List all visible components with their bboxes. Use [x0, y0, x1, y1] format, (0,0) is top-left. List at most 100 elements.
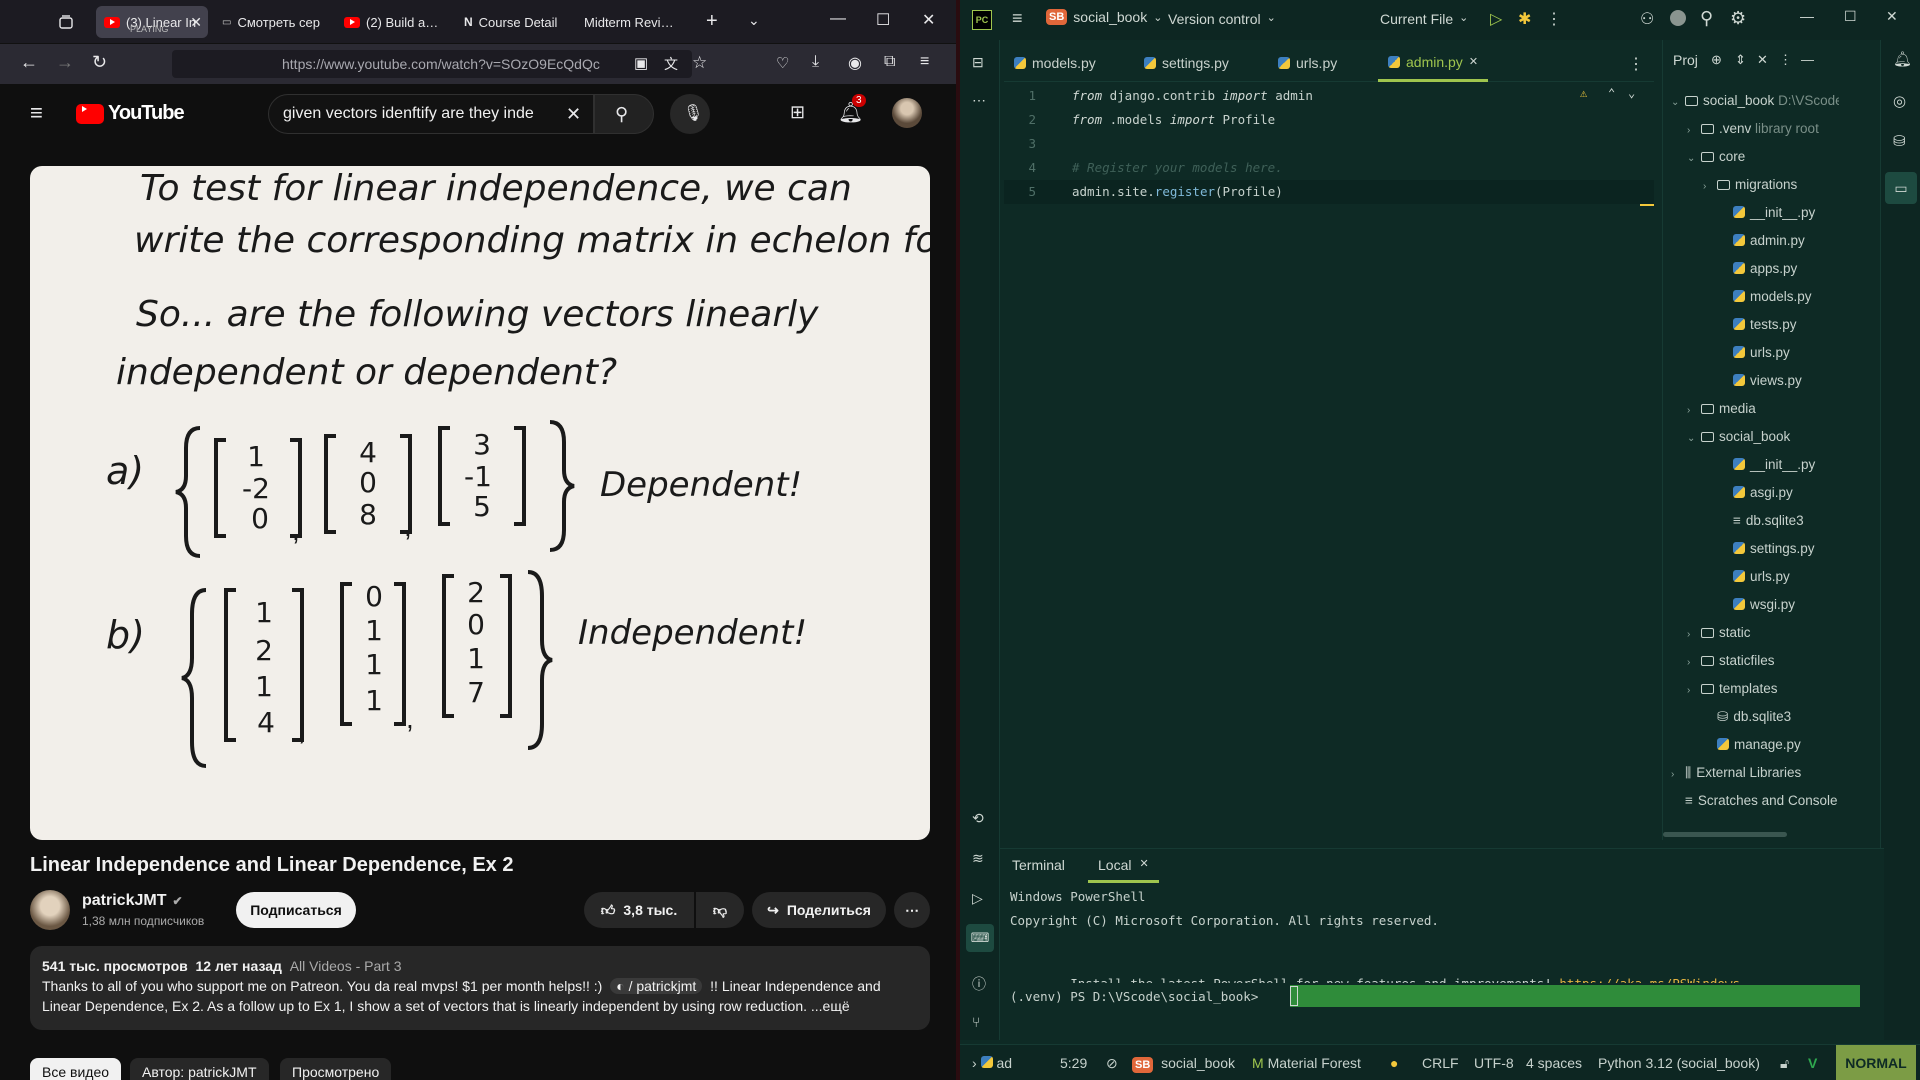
code-editor[interactable]: ⚠ ⌃ ⌄ 1 from django.contrib import admin…	[1004, 84, 1654, 824]
database-icon[interactable]: ⛁	[1893, 132, 1906, 150]
channel-avatar[interactable]	[30, 890, 70, 930]
vim-icon[interactable]: V	[1808, 1045, 1817, 1080]
chevron-down-icon[interactable]: ⌄	[1687, 425, 1701, 453]
search-button[interactable]: ⚲	[594, 94, 654, 134]
theme-indicator[interactable]: M Material Forest	[1252, 1045, 1361, 1080]
tab-urls[interactable]: urls.py	[1268, 44, 1347, 82]
readonly-lock-icon[interactable]: 🔓︎	[1780, 1045, 1789, 1080]
terminal-icon[interactable]: ⌨	[966, 924, 994, 952]
tree-item[interactable]: ⌄ core	[1687, 143, 1745, 171]
account-icon[interactable]: ◉	[848, 53, 862, 73]
terminal-prompt-row[interactable]: (.venv) PS D:\VScode\social_book>	[1000, 983, 1864, 1007]
run-tool-icon[interactable]: ▷	[972, 890, 983, 907]
url-field[interactable]: https://www.youtube.com/watch?v=SOzO9EcQ…	[172, 50, 692, 78]
folder-icon[interactable]: ▭	[1885, 172, 1917, 204]
browser-tab-active[interactable]: (3) Linear In PLAYING ✕	[96, 6, 208, 38]
tab-local[interactable]: Local ✕	[1088, 849, 1159, 883]
search-input[interactable]: given vectors idenftify are they inde	[268, 94, 594, 134]
youtube-logo[interactable]: YouTube	[76, 102, 185, 125]
python-console-icon[interactable]: ⟲	[972, 810, 984, 827]
file-encoding[interactable]: UTF-8	[1474, 1045, 1514, 1080]
more-tools-icon[interactable]: ⋯	[972, 92, 986, 109]
status-dot-icon[interactable]: ●	[1390, 1045, 1398, 1080]
create-icon[interactable]: ⊞	[790, 102, 805, 123]
main-menu-icon[interactable]: ≡	[1012, 8, 1023, 29]
close-icon[interactable]: ✕	[190, 14, 202, 31]
chevron-down-icon[interactable]: ⌄	[1671, 89, 1685, 117]
tree-item[interactable]: › migrations	[1703, 171, 1797, 199]
hamburger-icon[interactable]: ≡	[30, 100, 43, 126]
close-tab-icon[interactable]: ✕	[1139, 857, 1148, 872]
expand-all-icon[interactable]: ⇕	[1735, 52, 1746, 68]
download-icon[interactable]: ⤓	[812, 53, 819, 71]
tree-item[interactable]: › templates	[1687, 675, 1778, 703]
layers-icon[interactable]: ≋	[972, 850, 984, 867]
pocket-icon[interactable]: ♡	[776, 54, 789, 72]
tree-item[interactable]: asgi.py	[1719, 479, 1793, 507]
tree-item[interactable]: __init__.py	[1719, 451, 1815, 479]
star-icon[interactable]: ☆	[692, 53, 707, 73]
channel-name[interactable]: patrickJMT ✔	[82, 892, 183, 910]
ai-assistant-icon[interactable]	[1670, 10, 1686, 26]
chevron-down-icon[interactable]: ⌄	[1687, 145, 1701, 173]
chevron-right-icon[interactable]: ›	[1671, 761, 1685, 789]
ai-chat-icon[interactable]: ◎	[1893, 92, 1906, 110]
more-actions-button[interactable]: ⋯	[894, 892, 930, 928]
tab-options-icon[interactable]: ⋮	[1628, 54, 1644, 74]
voice-search-button[interactable]: 🎙︎	[670, 94, 710, 134]
browser-tab[interactable]: (2) Build a Soc	[336, 6, 448, 38]
tab-models[interactable]: models.py	[1004, 44, 1106, 82]
tree-item[interactable]: models.py	[1719, 283, 1812, 311]
tree-item[interactable]: views.py	[1719, 367, 1802, 395]
tree-item[interactable]: ⌄ social_book D:\VScode	[1671, 87, 1839, 115]
tree-item[interactable]: settings.py	[1719, 535, 1815, 563]
python-interpreter[interactable]: Python 3.12 (social_book)	[1598, 1045, 1760, 1080]
tab-settings[interactable]: settings.py	[1134, 44, 1239, 82]
status-project[interactable]: SB social_book	[1132, 1045, 1235, 1080]
new-tab-icon[interactable]: +	[706, 10, 718, 33]
tree-item[interactable]: urls.py	[1719, 339, 1790, 367]
maximize-icon[interactable]: ☐	[1844, 8, 1857, 25]
patreon-link[interactable]: ◐ / patrickjmt	[610, 978, 703, 994]
browser-tab[interactable]: N Course Detail	[456, 6, 568, 38]
minimize-icon[interactable]: —	[830, 10, 846, 28]
caret-position[interactable]: 5:29	[1060, 1045, 1087, 1080]
no-inspection-icon[interactable]: ⊘	[1106, 1045, 1118, 1080]
chevron-right-icon[interactable]: ›	[1687, 117, 1701, 145]
chip-author[interactable]: Автор: patrickJMT	[130, 1058, 269, 1080]
menu-icon[interactable]: ≡	[920, 53, 929, 71]
settings-icon[interactable]: ⚙	[1730, 8, 1746, 29]
tree-item[interactable]: ⌄ social_book	[1687, 423, 1790, 451]
video-player[interactable]: To test for linear independence, we can …	[30, 166, 930, 840]
tree-item[interactable]: apps.py	[1719, 255, 1797, 283]
translate-icon[interactable]: 文	[664, 54, 678, 74]
chevron-down-icon[interactable]: ⌄	[748, 12, 760, 29]
tree-item[interactable]: › static	[1687, 619, 1751, 647]
indent-setting[interactable]: 4 spaces	[1526, 1045, 1582, 1080]
tree-item[interactable]: __init__.py	[1719, 199, 1815, 227]
chevron-right-icon[interactable]: ›	[1687, 621, 1701, 649]
chip-watched[interactable]: Просмотрено	[280, 1058, 392, 1080]
debug-icon[interactable]: ✱	[1518, 9, 1531, 29]
vcs-menu[interactable]: Version control ⌄	[1168, 11, 1276, 27]
picture-in-picture-icon[interactable]: ▣	[634, 54, 648, 72]
share-button[interactable]: ↪ Поделиться	[752, 892, 886, 928]
options-icon[interactable]: ⋮	[1779, 52, 1792, 68]
subscribe-button[interactable]: Подписаться	[236, 892, 356, 928]
browser-tab[interactable]: Midterm Review C	[576, 6, 688, 38]
breadcrumb[interactable]: › ad	[972, 1045, 1012, 1080]
minimize-icon[interactable]: —	[1800, 8, 1814, 24]
run-config[interactable]: Current File ⌄	[1380, 11, 1468, 27]
back-icon[interactable]: ←	[20, 52, 38, 73]
extensions-icon[interactable]: ⧉	[884, 53, 895, 71]
chevron-right-icon[interactable]: ›	[1687, 677, 1701, 705]
notifications-icon[interactable]: 🔔︎	[1893, 50, 1912, 68]
close-window-icon[interactable]: ✕	[922, 10, 935, 30]
tree-item[interactable]: › .venv library root	[1687, 115, 1819, 143]
close-window-icon[interactable]: ✕	[1886, 8, 1898, 25]
more-vertical-icon[interactable]: ⋮	[1546, 9, 1562, 29]
tree-item[interactable]: ≡ db.sqlite3	[1719, 507, 1804, 535]
tree-item[interactable]: ⛁ db.sqlite3	[1703, 703, 1791, 731]
tab-overview-icon[interactable]	[56, 12, 76, 32]
browser-tab[interactable]: ▭ Смотреть сер	[214, 6, 328, 38]
